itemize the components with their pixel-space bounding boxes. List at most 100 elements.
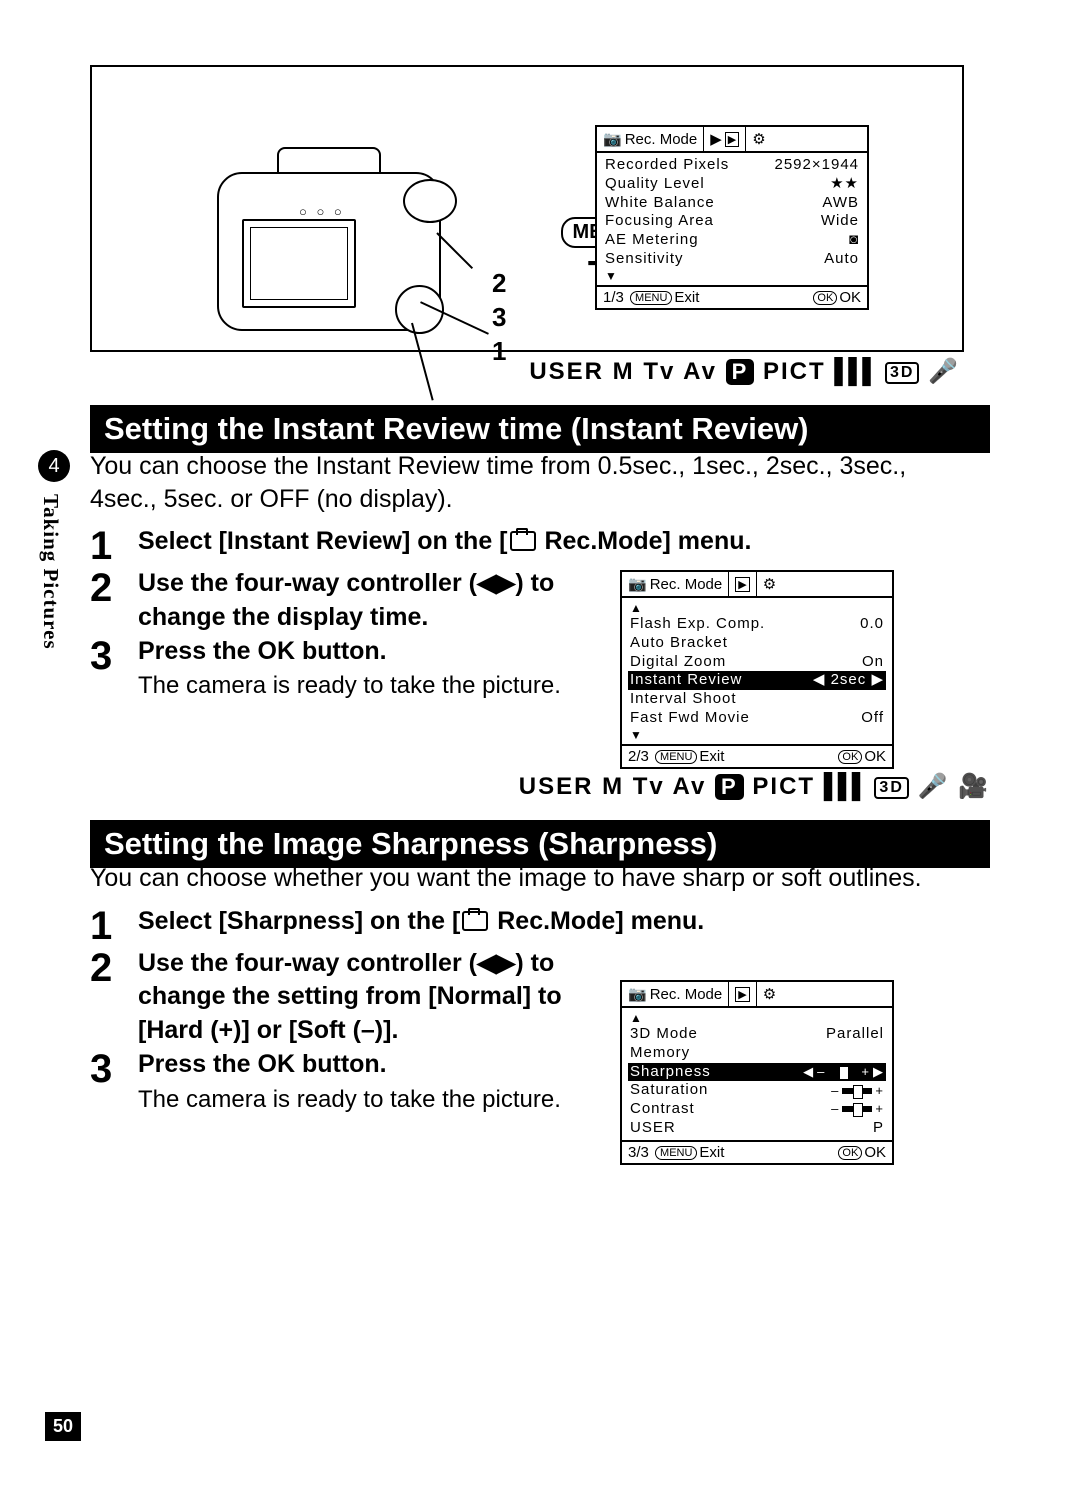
menu-footer: 3/3 MENUExit OKOK: [622, 1140, 892, 1163]
row-label: Contrast: [630, 1100, 695, 1119]
row-label: AE Metering: [605, 231, 699, 250]
tab-rec-mode-label: Rec. Mode: [650, 986, 723, 1003]
footer-page: 1/3: [603, 289, 624, 306]
menu-tabs: 📷 Rec. Mode ▶▶ ⚙: [597, 127, 867, 153]
step-number: 1: [90, 525, 138, 567]
tab-rec-mode: 📷 Rec. Mode: [622, 572, 729, 596]
row-label: Focusing Area: [605, 212, 714, 231]
footer-ok-label: OK: [864, 1144, 886, 1161]
menu-row: 3D ModeParallel: [630, 1025, 884, 1044]
row-value: Wide: [821, 212, 859, 231]
section-header-sharpness: Setting the Image Sharpness (Sharpness): [90, 820, 990, 868]
row-value: AWB: [822, 194, 859, 213]
chapter-side-label: 4 Taking Pictures: [38, 450, 70, 650]
menu-row: Focusing Area Wide: [605, 212, 859, 231]
tab-setup: ⚙: [746, 127, 771, 151]
footer-page-exit: 2/3 MENUExit: [628, 748, 724, 765]
menu-row: Fast Fwd MovieOff: [630, 709, 884, 728]
voice-mode-icon: 🎤: [918, 773, 950, 800]
tab-playback: ▶: [729, 572, 756, 596]
menu-footer: 1/3 MENUExit OKOK: [597, 285, 867, 308]
section-2-intro: You can choose whether you want the imag…: [90, 862, 962, 895]
pict-mode-label: PICT: [752, 773, 815, 800]
row-value: ★★: [830, 175, 859, 194]
menu-row-highlighted: Instant Review ◀ 2sec ▶: [628, 671, 886, 690]
down-arrow-icon: ▼: [630, 728, 884, 742]
row-value: On: [862, 653, 884, 672]
p-mode-icon: P: [715, 774, 744, 800]
footer-page: 2/3: [628, 748, 649, 765]
step-text-start: Select [Sharpness] on the [: [138, 907, 460, 935]
step-text-start: Select [Instant Review] on the [: [138, 527, 508, 555]
camera-icon: [510, 531, 536, 551]
row-label: Sensitivity: [605, 250, 684, 269]
section-1-intro: You can choose the Instant Review time f…: [90, 450, 962, 515]
left-arrow-icon: ◀: [803, 1064, 814, 1080]
left-arrow-icon: ◀: [813, 671, 826, 688]
menu-row: SensitivityAuto: [605, 250, 859, 269]
slider-control: –+: [831, 1100, 884, 1119]
playback-box-icon: ▶: [735, 577, 749, 592]
menu-row: White Balance AWB: [605, 194, 859, 213]
row-label: Sharpness: [630, 1063, 711, 1082]
play-icon: ▶: [710, 130, 722, 148]
menu-row: Interval Shoot: [630, 690, 884, 709]
row-label: Instant Review: [630, 671, 742, 690]
menu-row: Saturation–+: [630, 1081, 884, 1100]
row-label: White Balance: [605, 194, 715, 213]
step-text: Select [Instant Review] on the [ Rec.Mod…: [138, 525, 962, 559]
row-value: Off: [861, 709, 884, 728]
mode-dial-strip-2: USER M Tv Av P PICT ▌▌▌ 3D 🎤 🎥: [0, 772, 1080, 801]
tab-playback: ▶: [729, 982, 756, 1006]
tab-setup: ⚙: [757, 982, 782, 1006]
step-1: 1 Select [Sharpness] on the [ Rec.Mode] …: [90, 905, 962, 947]
callout-numbers: 2 3 1: [492, 267, 506, 368]
mode-strip-text: USER M Tv Av: [529, 358, 717, 385]
chapter-title-vertical: Taking Pictures: [38, 494, 63, 650]
slider-control: –+: [831, 1081, 884, 1100]
menu-row: Digital Zoom On: [630, 653, 884, 672]
row-label: Flash Exp. Comp.: [630, 615, 765, 634]
footer-exit-label: Exit: [699, 1144, 724, 1161]
step-text: Use the four-way controller (◀▶) to chan…: [138, 567, 578, 635]
row-label: Digital Zoom: [630, 653, 726, 672]
playback-box-icon: ▶: [725, 132, 739, 147]
row-value: Parallel: [826, 1025, 884, 1044]
voice-mode-icon: 🎤: [928, 358, 960, 385]
up-arrow-icon: ▲: [630, 601, 884, 615]
step-text: Select [Sharpness] on the [ Rec.Mode] me…: [138, 905, 962, 939]
row-value-arrows: ◀ 2sec ▶: [813, 671, 884, 690]
footer-exit-label: Exit: [699, 748, 724, 765]
menu-row: Contrast –+: [630, 1100, 884, 1119]
footer-ok-label: OK: [839, 289, 861, 306]
step-number: 1: [90, 905, 138, 947]
tab-setup: ⚙: [757, 572, 782, 596]
chapter-number-badge: 4: [38, 450, 70, 482]
step-number: 2: [90, 567, 138, 609]
tab-rec-mode: 📷 Rec. Mode: [622, 982, 729, 1006]
footer-page: 3/3: [628, 1144, 649, 1161]
row-value: 2sec: [831, 671, 867, 688]
menu-row: Recorded Pixels2592×1944: [605, 156, 859, 175]
ok-badge-icon: OK: [813, 291, 837, 305]
ok-badge-icon: OK: [838, 750, 862, 764]
row-value: ◙: [849, 231, 859, 250]
menu-tabs: 📷 Rec. Mode ▶ ⚙: [622, 572, 892, 598]
movie-mode-icon: ▌▌▌: [834, 358, 876, 385]
menu-badge-icon: MENU: [630, 291, 672, 305]
footer-ok: OKOK: [838, 1144, 886, 1161]
step-1: 1 Select [Instant Review] on the [ Rec.M…: [90, 525, 962, 567]
step-number: 3: [90, 1048, 138, 1090]
step-text-end: Rec.Mode] menu.: [490, 907, 704, 935]
row-label: USER: [630, 1119, 676, 1138]
menu-badge-icon: MENU: [655, 1146, 697, 1160]
setup-icon: ⚙: [752, 130, 765, 148]
down-arrow-icon: ▼: [605, 269, 859, 283]
camera-icon: 📷: [603, 130, 622, 148]
menu-row: AE Metering ◙: [605, 231, 859, 250]
camera-illustration: ○ ○ ○: [217, 147, 497, 357]
callout-3: 3: [492, 301, 506, 335]
menu-row: Flash Exp. Comp.0.0: [630, 615, 884, 634]
footer-ok-label: OK: [864, 748, 886, 765]
camera-icon: 📷: [628, 575, 647, 593]
